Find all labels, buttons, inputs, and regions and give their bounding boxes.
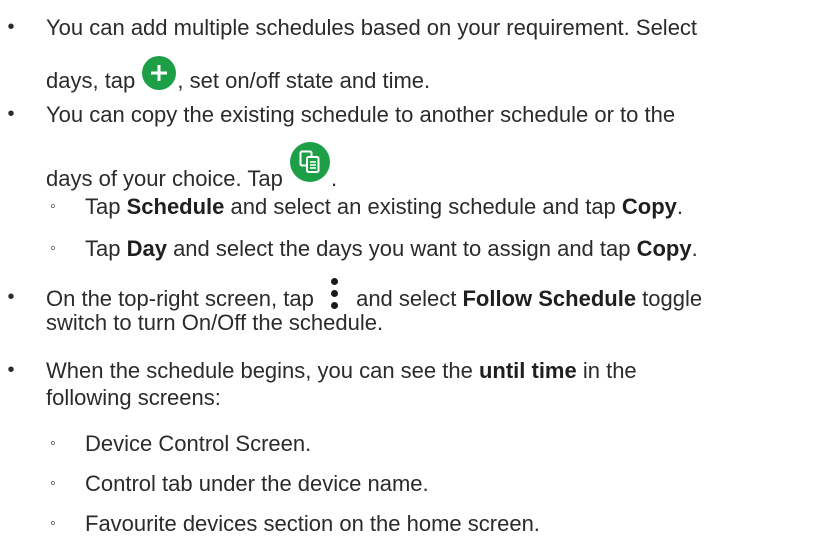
follow-schedule-term: Follow Schedule bbox=[462, 286, 637, 311]
bullet-marker: • bbox=[7, 16, 15, 38]
sub-bullet-marker: ◦ bbox=[50, 475, 56, 492]
item1-line2-pre: days, tap bbox=[46, 68, 136, 93]
sub-bullet-marker: ◦ bbox=[50, 240, 56, 257]
kebab-dot bbox=[330, 290, 338, 297]
sub2-post: . bbox=[691, 236, 698, 261]
sub-bullet-marker: ◦ bbox=[50, 435, 56, 452]
item4-sub3: Favourite devices section on the home sc… bbox=[85, 511, 540, 536]
item3-line1-mid: and select bbox=[356, 286, 463, 311]
sub-bullet-marker: ◦ bbox=[50, 198, 56, 215]
sub1-copy-term: Copy bbox=[621, 194, 677, 219]
item4-sub2: Control tab under the device name. bbox=[85, 471, 429, 496]
item1-line2-post: , set on/off state and time. bbox=[177, 68, 431, 93]
bullet-marker: • bbox=[7, 103, 15, 125]
sub1-schedule-term: Schedule bbox=[126, 194, 225, 219]
sub1-post: . bbox=[676, 194, 684, 219]
item4-line2: following screens: bbox=[46, 385, 221, 410]
copy-glyph bbox=[299, 150, 320, 173]
sub1-pre: Tap bbox=[85, 194, 127, 219]
item4-line1: When the schedule begins, you can see th… bbox=[46, 360, 637, 382]
bullet-marker: • bbox=[7, 359, 15, 381]
item2-line2: days of your choice. Tap . bbox=[46, 142, 337, 190]
instruction-document: • You can add multiple schedules based o… bbox=[0, 0, 836, 546]
sub2-day-term: Day bbox=[126, 236, 167, 261]
item4-sub1: Device Control Screen. bbox=[85, 431, 312, 456]
sub2-pre: Tap bbox=[85, 236, 127, 261]
kebab-dot bbox=[330, 278, 338, 285]
sub2-copy-term: Copy bbox=[636, 236, 692, 261]
item3-line2: switch to turn On/Off the schedule. bbox=[46, 310, 384, 335]
copy-circle-icon bbox=[289, 142, 330, 182]
item2-sub2: Tap Day and select the days you want to … bbox=[85, 238, 698, 260]
item4-line1-post: in the bbox=[576, 358, 637, 383]
kebab-dot bbox=[330, 302, 338, 309]
bullet-marker: • bbox=[7, 286, 15, 308]
item2-line2-pre: days of your choice. Tap bbox=[46, 166, 283, 191]
add-circle-icon bbox=[142, 56, 177, 90]
item3-line1-post: toggle bbox=[636, 286, 703, 311]
item1-line1: You can add multiple schedules based on … bbox=[46, 15, 698, 40]
item4-line1-pre: When the schedule begins, you can see th… bbox=[46, 358, 479, 383]
item3-line1: On the top-right screen, tap and select … bbox=[46, 278, 702, 310]
sub1-mid: and select an existing schedule and tap bbox=[224, 194, 622, 219]
until-time-term: until time bbox=[478, 358, 577, 383]
more-vertical-icon bbox=[324, 278, 346, 310]
item2-sub1: Tap Schedule and select an existing sche… bbox=[85, 196, 683, 218]
item2-line2-post: . bbox=[330, 166, 338, 191]
item1-line2: days, tap , set on/off state and time. bbox=[46, 56, 430, 92]
item3-line1-pre: On the top-right screen, tap bbox=[46, 286, 314, 311]
sub2-mid: and select the days you want to assign a… bbox=[166, 236, 637, 261]
item2-line1: You can copy the existing schedule to an… bbox=[46, 102, 676, 127]
sub-bullet-marker: ◦ bbox=[50, 515, 56, 532]
